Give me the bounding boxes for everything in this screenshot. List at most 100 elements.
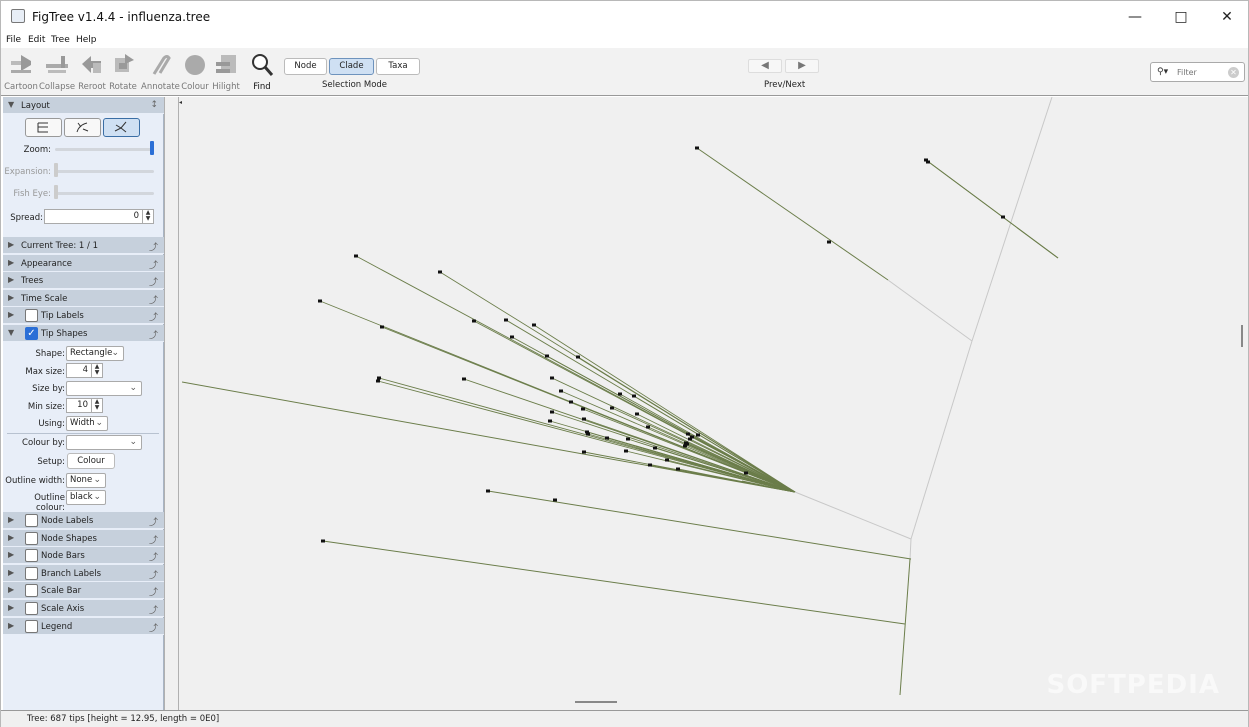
tip-shape[interactable]: [550, 376, 554, 380]
rotate-button[interactable]: Rotate: [105, 52, 141, 94]
tip-shape[interactable]: [569, 400, 573, 404]
minimize-button[interactable]: —: [1112, 1, 1158, 33]
tip-shape[interactable]: [632, 394, 636, 398]
tip-shape[interactable]: [548, 419, 552, 423]
hilight-button[interactable]: Hilight: [208, 52, 244, 94]
clade-mode-button[interactable]: Clade: [329, 58, 374, 75]
pin-icon[interactable]: ⤴: [149, 568, 158, 581]
tip-shape[interactable]: [472, 319, 476, 323]
min-size-spinner[interactable]: 10 ▲ ▼: [66, 398, 103, 413]
collapse-button[interactable]: Collapse: [39, 52, 75, 94]
tip-shape[interactable]: [610, 406, 614, 410]
section-appearance[interactable]: ▶ Appearance ⤴: [3, 255, 164, 272]
section-node-bars[interactable]: ▶ Node Bars ⤴: [3, 547, 164, 564]
menu-file[interactable]: File: [6, 35, 21, 45]
phylogeny-tree[interactable]: [181, 96, 1248, 710]
section-current-tree[interactable]: ▶ Current Tree: 1 / 1 ⤴: [3, 237, 164, 254]
section-layout[interactable]: ▼ Layout ↕: [3, 97, 164, 114]
tip-shape[interactable]: [626, 437, 630, 441]
pin-icon[interactable]: ⤴: [149, 310, 158, 323]
tip-shape[interactable]: [605, 436, 609, 440]
tip-shape[interactable]: [926, 160, 930, 164]
tree-canvas[interactable]: [181, 96, 1248, 710]
tip-shape[interactable]: [582, 417, 586, 421]
size-by-select[interactable]: ⌄: [66, 381, 142, 396]
branch-labels-checkbox[interactable]: [25, 567, 38, 580]
clear-icon[interactable]: ✕: [1228, 67, 1239, 78]
pin-icon[interactable]: ⤴: [149, 258, 158, 271]
tip-shape[interactable]: [581, 407, 585, 411]
horizontal-scroll-handle[interactable]: [575, 701, 617, 703]
find-button[interactable]: Find: [244, 52, 280, 94]
spinner-arrows-icon[interactable]: ▲ ▼: [91, 399, 102, 412]
tip-shape[interactable]: [559, 389, 563, 393]
tip-shape[interactable]: [665, 458, 669, 462]
tip-shape[interactable]: [676, 467, 680, 471]
node-mode-button[interactable]: Node: [284, 58, 327, 75]
tip-shape[interactable]: [354, 254, 358, 258]
pin-icon[interactable]: ⤴: [149, 550, 158, 563]
tip-shape[interactable]: [377, 376, 381, 380]
tip-shape[interactable]: [624, 449, 628, 453]
pin-icon[interactable]: ⤴: [149, 328, 158, 341]
tip-shape[interactable]: [438, 270, 442, 274]
taxa-mode-button[interactable]: Taxa: [376, 58, 420, 75]
tip-shape[interactable]: [486, 489, 490, 493]
tip-shape[interactable]: [618, 392, 622, 396]
tip-shape[interactable]: [321, 539, 325, 543]
filter-input[interactable]: [1177, 66, 1232, 78]
tip-shape[interactable]: [653, 446, 657, 450]
section-node-labels[interactable]: ▶ Node Labels ⤴: [3, 512, 164, 529]
colour-setup-button[interactable]: Colour: [67, 453, 115, 469]
annotate-button[interactable]: Annotate: [141, 52, 180, 94]
zoom-slider-knob[interactable]: [150, 141, 154, 155]
section-scale-axis[interactable]: ▶ Scale Axis ⤴: [3, 600, 164, 617]
spinner-arrows-icon[interactable]: ▲ ▼: [91, 364, 102, 377]
close-button[interactable]: ✕: [1204, 1, 1249, 33]
section-legend[interactable]: ▶ Legend ⤴: [3, 618, 164, 635]
outline-colour-select[interactable]: black ⌄: [66, 490, 106, 505]
tip-shape[interactable]: [576, 355, 580, 359]
section-time-scale[interactable]: ▶ Time Scale ⤴: [3, 290, 164, 307]
pin-icon[interactable]: ⤴: [149, 621, 158, 634]
pin-icon[interactable]: ⤴: [149, 515, 158, 528]
tip-shape[interactable]: [690, 435, 694, 439]
pin-icon[interactable]: ⤴: [149, 585, 158, 598]
tip-shape[interactable]: [696, 433, 700, 437]
vertical-scroll-handle[interactable]: [1241, 325, 1243, 347]
pin-icon[interactable]: ⤴: [149, 293, 158, 306]
fisheye-slider-track[interactable]: [55, 192, 154, 195]
prev-button[interactable]: ◀: [748, 59, 782, 73]
tip-shape[interactable]: [532, 323, 536, 327]
fisheye-slider-knob[interactable]: [54, 185, 58, 199]
tip-shape[interactable]: [683, 444, 687, 448]
tip-shape[interactable]: [550, 410, 554, 414]
max-size-spinner[interactable]: 4 ▲ ▼: [66, 363, 103, 378]
tip-shape[interactable]: [545, 354, 549, 358]
colour-by-select[interactable]: ⌄: [66, 435, 142, 450]
node-shapes-checkbox[interactable]: [25, 532, 38, 545]
cartoon-button[interactable]: Cartoon: [3, 52, 39, 94]
tip-shape[interactable]: [586, 432, 590, 436]
using-select[interactable]: Width ⌄: [66, 416, 108, 431]
tip-shape[interactable]: [582, 450, 586, 454]
tip-shape[interactable]: [635, 412, 639, 416]
tip-shape[interactable]: [744, 471, 748, 475]
menu-help[interactable]: Help: [76, 35, 97, 45]
outline-width-select[interactable]: None ⌄: [66, 473, 106, 488]
section-node-shapes[interactable]: ▶ Node Shapes ⤴: [3, 530, 164, 547]
zoom-slider-track[interactable]: [55, 148, 154, 151]
tip-shape[interactable]: [504, 318, 508, 322]
menu-edit[interactable]: Edit: [28, 35, 45, 45]
polar-layout-button[interactable]: [64, 118, 101, 137]
pin-icon[interactable]: ⤴: [149, 533, 158, 546]
tip-shape[interactable]: [1001, 215, 1005, 219]
tip-shape[interactable]: [462, 377, 466, 381]
section-trees[interactable]: ▶ Trees ⤴: [3, 272, 164, 289]
tip-shapes-checkbox[interactable]: ✓: [25, 327, 38, 340]
tip-shape[interactable]: [510, 335, 514, 339]
expansion-slider-knob[interactable]: [54, 163, 58, 177]
node-labels-checkbox[interactable]: [25, 514, 38, 527]
spinner-arrows-icon[interactable]: ▲ ▼: [142, 210, 153, 223]
scale-bar-checkbox[interactable]: [25, 584, 38, 597]
